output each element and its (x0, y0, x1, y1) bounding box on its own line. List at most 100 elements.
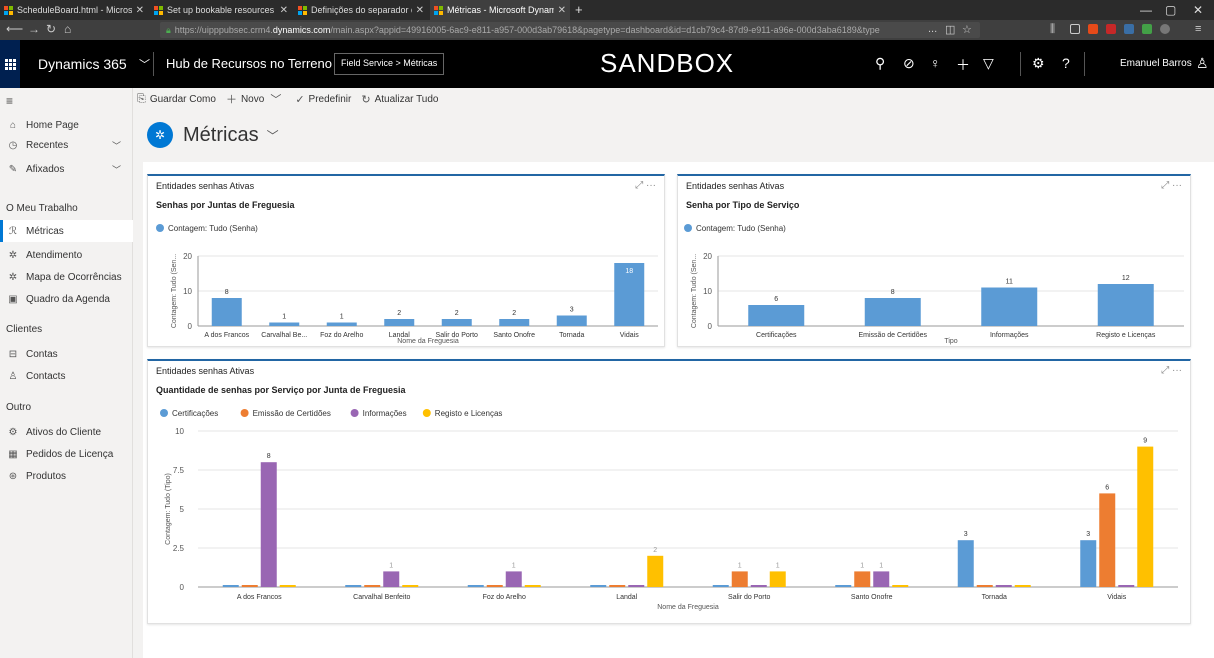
bar (750, 585, 767, 587)
bar (1118, 585, 1135, 587)
bar (499, 319, 530, 326)
help-icon[interactable]: ? (1062, 55, 1070, 71)
maximize-icon[interactable]: ▢ (1165, 3, 1176, 17)
bar (1097, 284, 1154, 326)
close-icon[interactable]: ✕ (280, 5, 288, 16)
user-name[interactable]: Emanuel Barros (1120, 58, 1192, 69)
x-tick-label: Informações (990, 332, 1029, 339)
new-button[interactable]: ＋ Novo ﹀ (226, 91, 285, 107)
lightbulb-icon[interactable]: ♀ (930, 55, 941, 71)
environment-banner: SANDBOX (600, 48, 735, 78)
user-icon[interactable]: ♙ (1196, 55, 1209, 72)
sidebar-item-pinned[interactable]: ✎ Afixados ﹀ (0, 158, 133, 180)
extension-icon[interactable] (1088, 24, 1098, 34)
task-icon[interactable]: ⊘ (903, 55, 915, 72)
close-icon[interactable]: ✕ (136, 5, 144, 16)
checkmark-icon: ✓ (295, 93, 305, 106)
chevron-down-icon[interactable]: ﹀ (270, 91, 281, 107)
reload-icon[interactable]: ↻ (46, 22, 56, 36)
menu-icon[interactable]: ≡ (1195, 23, 1201, 35)
close-icon[interactable]: ✕ (558, 5, 566, 16)
sidebar-item-schedule[interactable]: ▣ Quadro da Agenda (0, 288, 133, 310)
browser-tab-label: Métricas - Microsoft Dynamic (447, 5, 554, 15)
search-icon[interactable]: ⚲ (875, 55, 885, 72)
y-tick-label: 10 (175, 427, 184, 436)
data-label: 6 (1105, 484, 1109, 491)
sidebar-item-accounts[interactable]: ⊟ Contas (0, 343, 133, 365)
close-window-icon[interactable]: ✕ (1193, 3, 1203, 17)
y-tick-label: 0 (180, 583, 185, 592)
chevron-down-icon[interactable]: ﹀ (267, 127, 279, 144)
bar (647, 555, 664, 587)
bar (976, 585, 993, 587)
sidebar-item-map[interactable]: ✲ Mapa de Ocorrências (0, 266, 133, 288)
add-icon[interactable]: ＋ (956, 55, 970, 75)
command-bar: ⎘ Guardar Como ＋ Novo ﹀ ✓ Predefinir ↻ A… (133, 88, 1214, 110)
sidebar-item-attendance[interactable]: ✲ Atendimento (0, 244, 133, 266)
accounts-icon: ⊟ (8, 348, 18, 360)
brand-name[interactable]: Dynamics 365 (38, 56, 127, 72)
dynamics-logo-icon (298, 5, 307, 15)
page-title[interactable]: Métricas (183, 124, 259, 147)
pocket-icon[interactable]: ◫ (945, 23, 956, 36)
forward-icon[interactable]: → (28, 22, 40, 36)
data-label: 1 (776, 562, 780, 569)
app-launcher-icon[interactable] (0, 40, 20, 88)
products-icon: ⊛ (8, 470, 18, 482)
account-icon[interactable] (1160, 24, 1170, 34)
chart-svg: Contagem: Tudo (Senha) 0 10 20 Contagem: Tud… (156, 224, 658, 345)
browser-tab-3[interactable]: Definições do separador do qu ✕ (294, 0, 428, 20)
sidebar-item-contacts[interactable]: ♙ Contacts (0, 365, 133, 387)
bar (590, 585, 607, 587)
browser-tab-4[interactable]: Métricas - Microsoft Dynamic ✕ (430, 0, 570, 20)
extension-icon[interactable] (1124, 24, 1134, 34)
assets-icon: ⚙ (8, 426, 18, 438)
sidebar-item-license[interactable]: ▦ Pedidos de Licença (0, 443, 133, 465)
minimize-icon[interactable]: — (1140, 3, 1152, 17)
page-title-area: ✲ Métricas ﹀ (147, 122, 279, 148)
bookmark-star-icon[interactable]: ☆ (962, 23, 972, 36)
home-icon[interactable]: ⌂ (64, 22, 71, 36)
new-tab-button[interactable]: + (575, 2, 583, 17)
main-content: ✲ Métricas ﹀ Entidades senhas Ativas ⤢ ·… (133, 110, 1214, 658)
chart-card-service-type: Entidades senhas Ativas ⤢ ··· Senha por … (677, 174, 1191, 347)
sidebar-item-home[interactable]: ⌂ Home Page (0, 114, 133, 136)
sidebar-item-recent[interactable]: ◷ Recentes ﹀ (0, 134, 133, 156)
filter-icon[interactable]: ▽ (983, 55, 994, 72)
back-icon[interactable]: ⟵ (6, 22, 23, 36)
breadcrumb[interactable]: Field Service > Métricas (334, 53, 445, 75)
y-tick-label: 5 (180, 505, 185, 514)
data-label: 1 (860, 562, 864, 569)
chevron-down-icon[interactable]: ﹀ (112, 163, 121, 176)
adblock-icon[interactable] (1106, 24, 1116, 34)
chart-svg: Certificações Emissão de Certidões Informa… (160, 409, 1178, 611)
browser-tab-label: ScheduleBoard.html - Microso (17, 5, 132, 15)
person-icon: ♙ (8, 370, 18, 382)
refresh-all-button[interactable]: ↻ Atualizar Tudo (361, 93, 438, 106)
save-as-button[interactable]: ⎘ Guardar Como (137, 93, 216, 106)
page-actions-icon[interactable]: ... (925, 23, 941, 35)
app-name[interactable]: Hub de Recursos no Terreno (166, 56, 332, 71)
chevron-down-icon[interactable]: ﹀ (112, 139, 121, 152)
browser-tab-1[interactable]: ScheduleBoard.html - Microso ✕ (0, 0, 148, 20)
hamburger-menu-icon[interactable]: ≡ (6, 94, 13, 108)
x-tick-label: A dos Francos (237, 594, 282, 601)
chart-card-parishes: Entidades senhas Ativas ⤢ ··· Senhas por… (147, 174, 665, 347)
x-axis-title: Tipo (944, 338, 957, 345)
sidebar-item-assets[interactable]: ⚙ Ativos do Cliente (0, 421, 133, 443)
sidebar-item-products[interactable]: ⊛ Produtos (0, 465, 133, 487)
extension-icon[interactable] (1142, 24, 1152, 34)
sidebar-item-metrics[interactable]: ℛ Métricas (0, 220, 133, 242)
close-icon[interactable]: ✕ (416, 5, 424, 16)
lock-icon: 🔒︎ (166, 25, 171, 35)
library-icon[interactable]: ⫼ (1050, 23, 1055, 36)
url-field[interactable]: 🔒︎ https://uipppubsec.crm4.dynamics.com/m… (160, 22, 980, 38)
sidebar-icon[interactable] (1070, 24, 1080, 34)
chevron-down-icon[interactable]: ﹀ (139, 56, 150, 72)
set-default-button[interactable]: ✓ Predefinir (295, 93, 351, 106)
browser-tab-2[interactable]: Set up bookable resources (Dy ✕ (150, 0, 292, 20)
save-as-icon: ⎘ (137, 92, 146, 105)
gear-icon[interactable]: ⚙ (1032, 55, 1045, 72)
data-label: 3 (964, 531, 968, 538)
x-tick-label: Tornada (559, 332, 584, 339)
